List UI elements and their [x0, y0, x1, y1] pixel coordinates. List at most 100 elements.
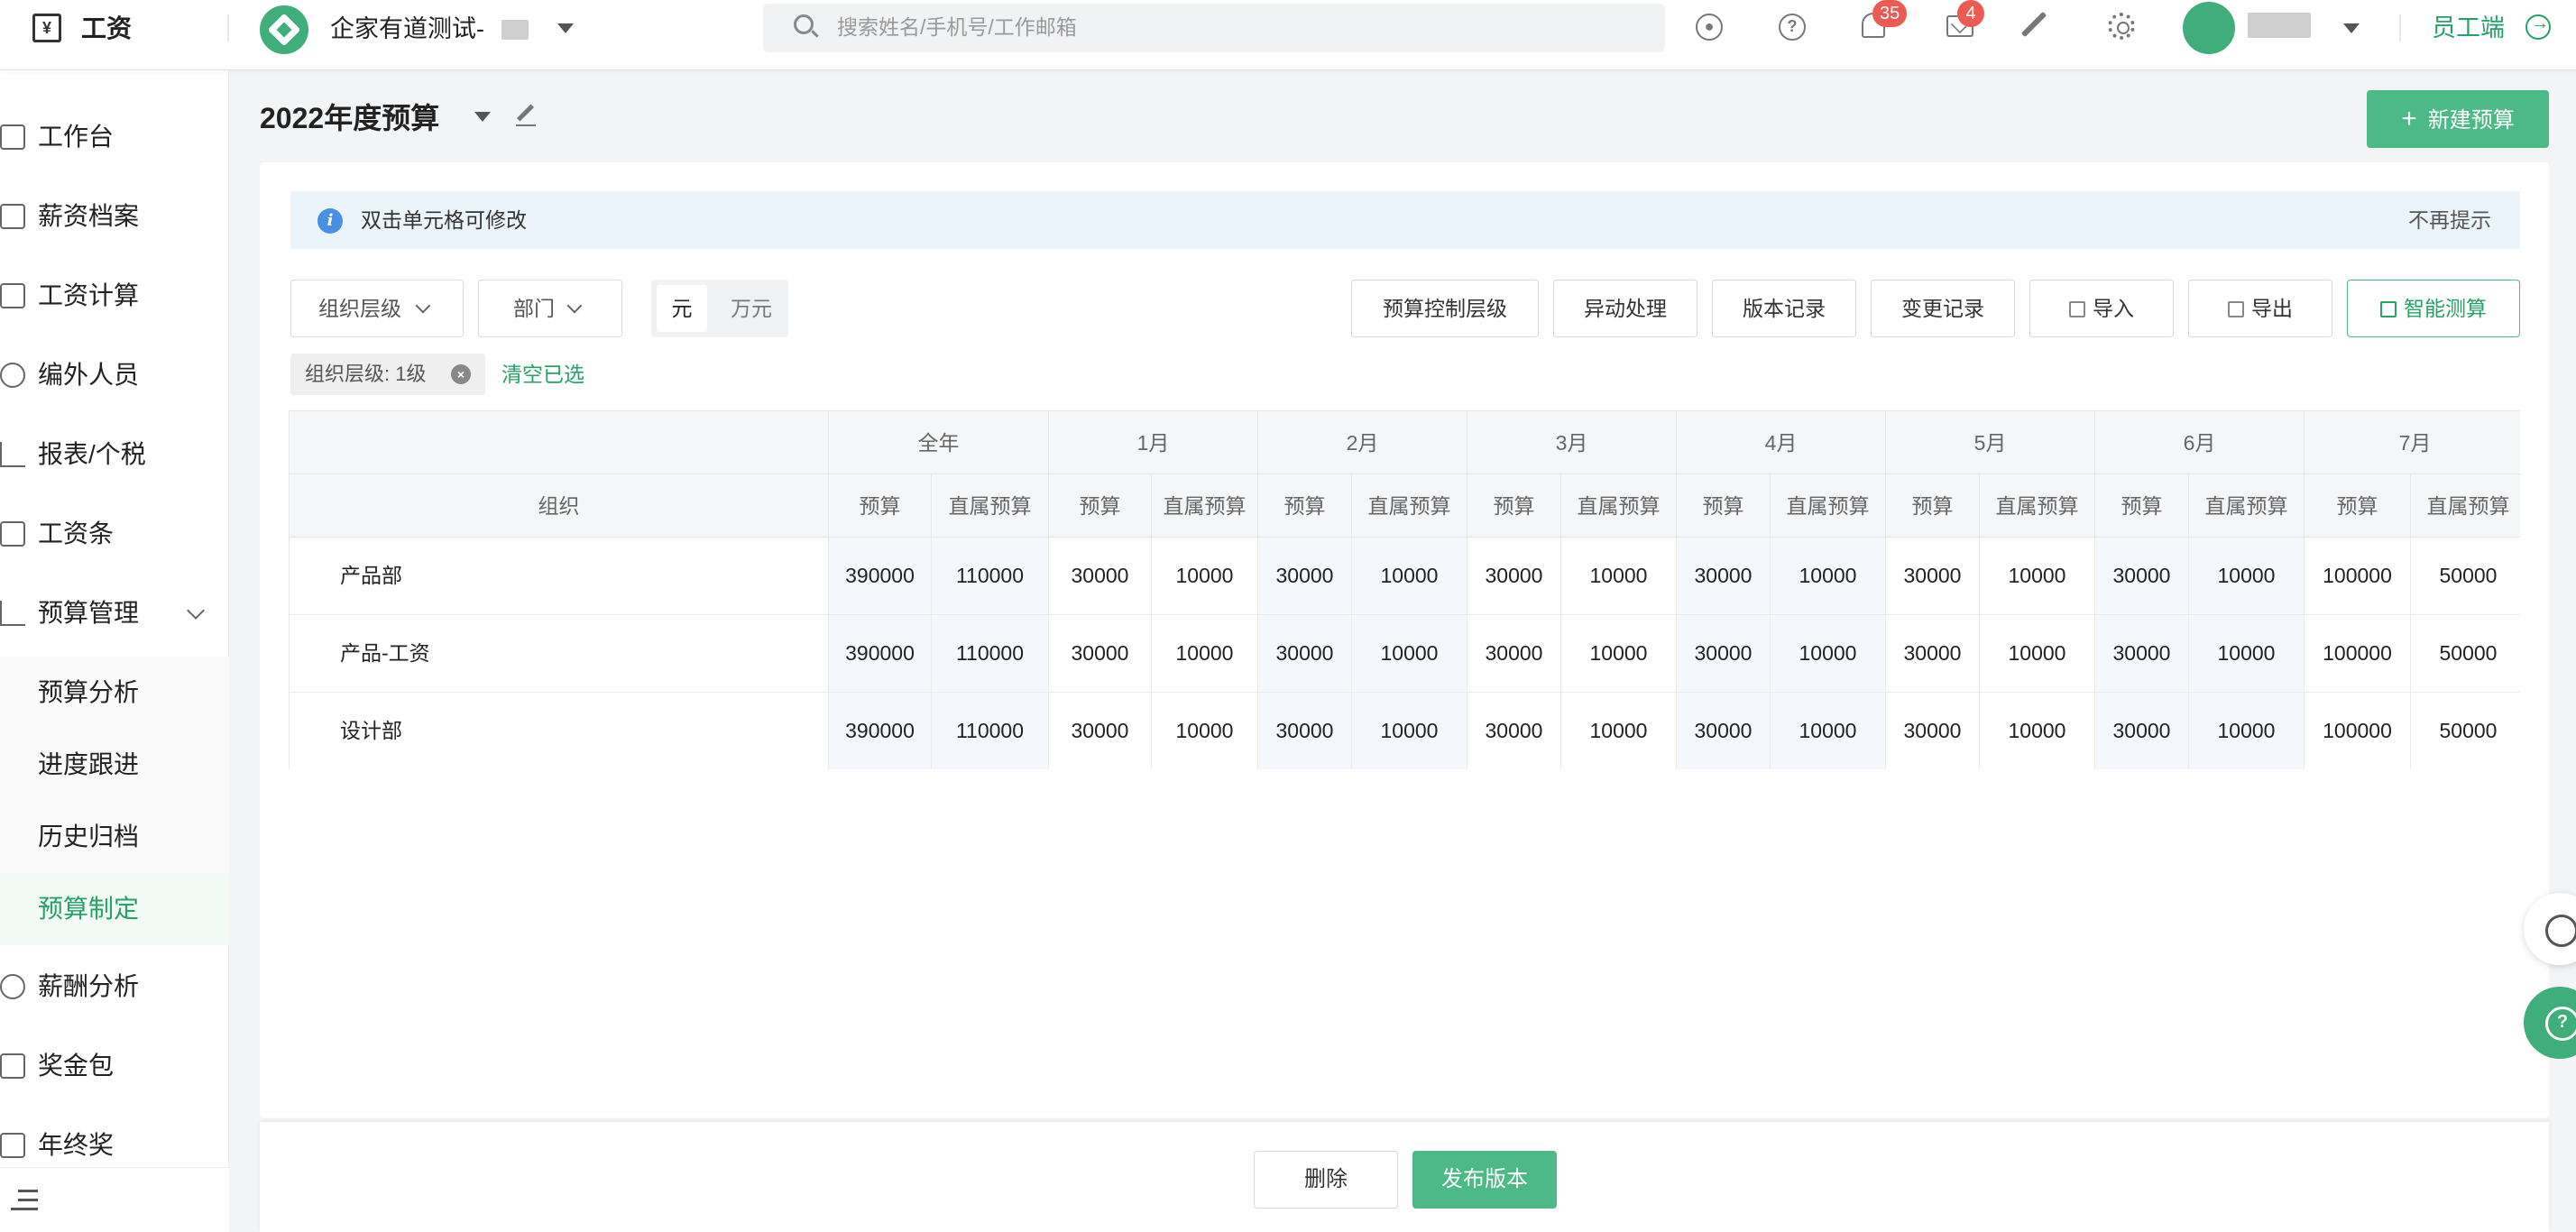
budget-value-cell[interactable]: 30000 [1886, 538, 1980, 615]
sidebar-subitem-progress[interactable]: 进度跟进 [0, 729, 229, 801]
new-budget-button[interactable]: + 新建预算 [2367, 90, 2549, 148]
budget-value-cell[interactable]: 10000 [1980, 615, 2095, 693]
collapse-sidebar-icon[interactable] [7, 1188, 38, 1213]
budget-value-cell[interactable]: 10000 [1152, 538, 1258, 615]
change-log-button[interactable]: 变更记录 [1871, 280, 2015, 337]
org-level-select[interactable]: 组织层级 [290, 280, 464, 337]
unit-yuan-option[interactable]: 元 [657, 285, 707, 332]
budget-value-cell[interactable]: 30000 [1049, 693, 1152, 769]
budget-value-cell[interactable]: 10000 [1771, 693, 1886, 769]
gear-icon[interactable] [2108, 13, 2135, 40]
user-name-redacted[interactable] [2248, 13, 2311, 38]
plus-icon: + [2401, 104, 2417, 133]
budget-value-cell[interactable]: 30000 [2095, 538, 2189, 615]
sidebar-item-salary-profile[interactable]: 薪资档案 [0, 180, 229, 253]
company-logo[interactable] [260, 5, 308, 54]
budget-sub-header: 直属预算 [2189, 474, 2305, 538]
budget-value-cell[interactable]: 30000 [1049, 615, 1152, 693]
budget-select-chevron-icon[interactable] [474, 112, 491, 122]
unit-wanyuan-option[interactable]: 万元 [720, 285, 783, 332]
budget-value-cell[interactable]: 110000 [932, 615, 1049, 693]
edit-title-icon[interactable] [516, 106, 536, 126]
budget-value-cell[interactable]: 30000 [2095, 693, 2189, 769]
budget-value-cell[interactable]: 110000 [932, 693, 1049, 769]
smart-calculation-button[interactable]: 智能测算 [2347, 280, 2520, 337]
company-name[interactable]: 企家有道测试- [330, 13, 484, 45]
sidebar-item-budget-management[interactable]: 预算管理 [0, 577, 229, 649]
avatar[interactable] [2183, 2, 2235, 54]
budget-value-cell[interactable]: 30000 [1677, 538, 1771, 615]
clear-selection-link[interactable]: 清空已选 [501, 361, 584, 388]
budget-value-cell[interactable]: 50000 [2411, 693, 2520, 769]
budget-value-cell[interactable]: 10000 [2189, 615, 2305, 693]
exit-icon[interactable] [2525, 14, 2551, 40]
budget-value-cell[interactable]: 30000 [1258, 538, 1352, 615]
publish-version-button[interactable]: 发布版本 [1412, 1151, 1557, 1209]
delete-button[interactable]: 删除 [1254, 1151, 1398, 1209]
sidebar-item-workbench[interactable]: 工作台 [0, 101, 229, 173]
calendar-icon [0, 283, 25, 308]
budget-value-cell[interactable]: 50000 [2411, 538, 2520, 615]
budget-value-cell[interactable]: 30000 [1677, 693, 1771, 769]
exception-handling-button[interactable]: 异动处理 [1553, 280, 1697, 337]
budget-value-cell[interactable]: 10000 [1771, 615, 1886, 693]
sidebar-subitem-budget-planning[interactable]: 预算制定 [0, 873, 229, 945]
budget-value-cell[interactable]: 30000 [1886, 693, 1980, 769]
tip-dismiss-link[interactable]: 不再提示 [2408, 207, 2491, 234]
budget-value-cell[interactable]: 30000 [1467, 538, 1561, 615]
budget-value-cell[interactable]: 10000 [1352, 693, 1467, 769]
budget-value-cell[interactable]: 30000 [1886, 615, 1980, 693]
user-menu-chevron-icon[interactable] [2343, 23, 2360, 33]
sidebar-subitem-history[interactable]: 历史归档 [0, 801, 229, 873]
budget-value-cell[interactable]: 10000 [1561, 693, 1677, 769]
budget-value-cell[interactable]: 10000 [1771, 538, 1886, 615]
sidebar-item-label: 报表/个税 [38, 440, 146, 468]
close-icon[interactable]: × [451, 364, 471, 384]
sidebar-subitem-budget-analysis[interactable]: 预算分析 [0, 657, 229, 729]
sidebar-item-reports-tax[interactable]: 报表/个税 [0, 418, 229, 491]
budget-value-cell[interactable]: 10000 [1152, 615, 1258, 693]
budget-value-cell[interactable]: 100000 [2305, 538, 2411, 615]
employee-portal-link[interactable]: 员工端 [2432, 13, 2505, 43]
budget-value-cell[interactable]: 30000 [1258, 615, 1352, 693]
budget-value-cell[interactable]: 100000 [2305, 693, 2411, 769]
sidebar-item-payroll[interactable]: 工资计算 [0, 260, 229, 332]
budget-value-cell[interactable]: 10000 [1352, 615, 1467, 693]
department-select[interactable]: 部门 [478, 280, 622, 337]
budget-control-level-button[interactable]: 预算控制层级 [1351, 280, 1539, 337]
sidebar-item-bonus-pool[interactable]: 奖金包 [0, 1030, 229, 1102]
version-log-button[interactable]: 版本记录 [1712, 280, 1856, 337]
company-switch-chevron-icon[interactable] [557, 23, 574, 33]
budget-value-cell[interactable]: 30000 [1467, 693, 1561, 769]
budget-value-cell[interactable]: 10000 [1352, 538, 1467, 615]
budget-value-cell[interactable]: 10000 [1980, 693, 2095, 769]
budget-value-cell[interactable]: 30000 [1049, 538, 1152, 615]
budget-value-cell[interactable]: 30000 [1258, 693, 1352, 769]
help-icon[interactable]: ? [1779, 14, 1806, 41]
budget-value-cell[interactable]: 10000 [2189, 538, 2305, 615]
budget-value-cell[interactable]: 10000 [2189, 693, 2305, 769]
budget-value-cell[interactable]: 50000 [2411, 615, 2520, 693]
budget-value-cell[interactable]: 10000 [1980, 538, 2095, 615]
pen-icon[interactable] [2020, 11, 2047, 38]
user-center-icon[interactable]: ● [1696, 14, 1723, 41]
budget-value-cell[interactable]: 10000 [1152, 693, 1258, 769]
budget-value-cell[interactable]: 10000 [1561, 538, 1677, 615]
budget-value-cell[interactable]: 110000 [932, 538, 1049, 615]
export-button[interactable]: 导出 [2188, 280, 2332, 337]
sidebar-item-label: 薪酬分析 [38, 972, 140, 1000]
budget-value-cell[interactable]: 390000 [829, 615, 932, 693]
smart-calculation-label: 智能测算 [2404, 297, 2487, 320]
budget-value-cell[interactable]: 30000 [1677, 615, 1771, 693]
budget-sub-header: 直属预算 [932, 474, 1049, 538]
budget-value-cell[interactable]: 390000 [829, 538, 932, 615]
budget-value-cell[interactable]: 100000 [2305, 615, 2411, 693]
sidebar-item-payslip[interactable]: 工资条 [0, 498, 229, 570]
budget-value-cell[interactable]: 10000 [1561, 615, 1677, 693]
import-button[interactable]: 导入 [2029, 280, 2174, 337]
sidebar-item-compensation-analysis[interactable]: 薪酬分析 [0, 951, 229, 1023]
budget-value-cell[interactable]: 30000 [1467, 615, 1561, 693]
sidebar-item-contractors[interactable]: 编外人员 [0, 339, 229, 411]
budget-value-cell[interactable]: 30000 [2095, 615, 2189, 693]
budget-value-cell[interactable]: 390000 [829, 693, 932, 769]
